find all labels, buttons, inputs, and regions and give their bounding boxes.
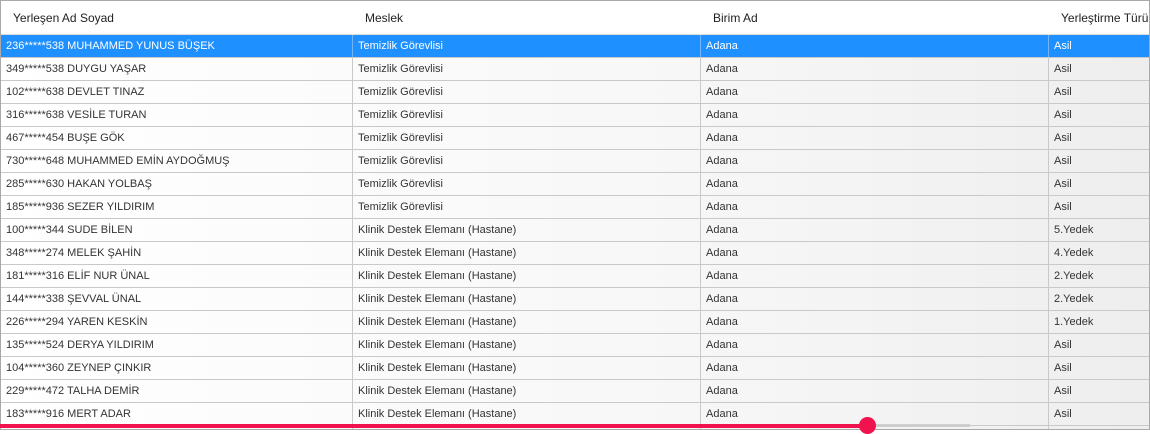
cell-name: 183*****916 MERT ADAR (1, 403, 353, 425)
cell-job: Klinik Destek Elemanı (Hastane) (353, 242, 701, 264)
cell-unit: Adana (701, 242, 1049, 264)
cell-name: 226*****294 YAREN KESKİN (1, 311, 353, 333)
cell-job: Klinik Destek Elemanı (Hastane) (353, 265, 701, 287)
cell-job: Temizlik Görevlisi (353, 173, 701, 195)
cell-type: Asil (1054, 385, 1072, 397)
cell-unit: Adana (701, 173, 1049, 195)
cell-job: Temizlik Görevlisi (353, 127, 701, 149)
cell-unit: Adana (701, 219, 1049, 241)
cell-unit: Adana (701, 311, 1049, 333)
column-header-type[interactable]: Yerleştirme Türü (1049, 11, 1149, 25)
cell-name: 135*****524 DERYA YILDIRIM (1, 334, 353, 356)
cell-job: Temizlik Görevlisi (353, 150, 701, 172)
table-row[interactable]: 100*****344 SUDE BİLEN Klinik Destek Elem… (1, 219, 1149, 242)
cell-unit: Adana (701, 150, 1049, 172)
table-row[interactable]: 181*****316 ELİF NUR ÜNAL Klinik Destek E… (1, 265, 1149, 288)
cell-name: 467*****454 BUŞE GÖK (1, 127, 353, 149)
cell-job: Klinik Destek Elemanı (Hastane) (353, 357, 701, 379)
cell-unit: Adana (701, 104, 1049, 126)
grid-rows: 236*****538 MUHAMMED YUNUS BÜŞEK Temizlik… (1, 35, 1149, 429)
cell-unit: Adana (701, 81, 1049, 103)
cell-job: Temizlik Görevlisi (353, 196, 701, 218)
table-row[interactable]: 135*****524 DERYA YILDIRIM Klinik Destek … (1, 334, 1149, 357)
grid-header: Yerleşen Ad Soyad Meslek Birim Ad Yerleş… (1, 1, 1149, 35)
cell-job: Klinik Destek Elemanı (Hastane) (353, 380, 701, 402)
cell-unit: Adana (701, 35, 1049, 57)
cell-name: 236*****538 MUHAMMED YUNUS BÜŞEK (1, 35, 353, 57)
cell-name: 185*****936 SEZER YILDIRIM (1, 196, 353, 218)
cell-job: Klinik Destek Elemanı (Hastane) (353, 403, 701, 425)
cell-type: Asil (1054, 63, 1072, 75)
cell-name: 316*****638 VESİLE TURAN (1, 104, 353, 126)
table-row[interactable]: 104*****360 ZEYNEP ÇINKIR Klinik Destek E… (1, 357, 1149, 380)
cell-unit: Adana (701, 357, 1049, 379)
column-header-unit[interactable]: Birim Ad (701, 11, 1049, 25)
table-row[interactable]: 185*****936 SEZER YILDIRIM Temizlik Görev… (1, 196, 1149, 219)
cell-type: Asil (1054, 40, 1072, 52)
cell-type: 1.Yedek (1054, 316, 1094, 328)
cell-type: Asil (1054, 86, 1072, 98)
cell-type: Asil (1049, 426, 1149, 429)
cell-name: 229*****472 TALHA DEMİR (1, 380, 353, 402)
table-row[interactable]: 183*****916 MERT ADAR Klinik Destek Elema… (1, 403, 1149, 426)
video-progress-knob[interactable] (859, 417, 876, 434)
table-row[interactable]: 226*****294 YAREN KESKİN Klinik Destek El… (1, 311, 1149, 334)
cell-unit: Adana (701, 380, 1049, 402)
cell-unit: Adana (701, 288, 1049, 310)
cell-unit: Adana (701, 58, 1049, 80)
video-progress-fill (0, 424, 868, 428)
cell-job: Klinik Destek Elemanı (Hastane) (353, 288, 701, 310)
table-row[interactable]: 236*****538 MUHAMMED YUNUS BÜŞEK Temizlik… (1, 35, 1149, 58)
cell-job: Klinik Destek Elemanı (Hastane) (353, 219, 701, 241)
cell-type: 4.Yedek (1054, 247, 1094, 259)
table-row[interactable]: 316*****638 VESİLE TURAN Temizlik Görevli… (1, 104, 1149, 127)
cell-type: Asil (1054, 408, 1072, 420)
cell-name: 181*****316 ELİF NUR ÜNAL (1, 265, 353, 287)
cell-name: 104*****360 ZEYNEP ÇINKIR (1, 357, 353, 379)
cell-type: Asil (1054, 339, 1072, 351)
cell-unit: Adana (701, 265, 1049, 287)
table-row[interactable]: 467*****454 BUŞE GÖK Temizlik Görevlisi Ad… (1, 127, 1149, 150)
cell-type: 2.Yedek (1054, 270, 1094, 282)
table-row[interactable]: 730*****648 MUHAMMED EMİN AYDOĞMUŞ Temizl… (1, 150, 1149, 173)
cell-job: Temizlik Görevlisi (353, 58, 701, 80)
table-row[interactable]: 349*****538 DUYGU YAŞAR Temizlik Görevlis… (1, 58, 1149, 81)
cell-type: Asil (1054, 178, 1072, 190)
column-header-job[interactable]: Meslek (353, 11, 701, 25)
cell-type: 2.Yedek (1054, 293, 1094, 305)
cell-job: Temizlik Görevlisi (353, 81, 701, 103)
cell-job: Temizlik Görevlisi (353, 104, 701, 126)
cell-job: Klinik Destek Elemanı (Hastane) (353, 311, 701, 333)
cell-name: 285*****630 HAKAN YOLBAŞ (1, 173, 353, 195)
cell-job: Klinik Destek Elemanı (Hastane) (353, 334, 701, 356)
cell-name: 102*****638 DEVLET TINAZ (1, 81, 353, 103)
table-row[interactable]: 348*****274 MELEK ŞAHİN Klinik Destek Ele… (1, 242, 1149, 265)
table-row[interactable]: 285*****630 HAKAN YOLBAŞ Temizlik Görevli… (1, 173, 1149, 196)
cell-name: 730*****648 MUHAMMED EMİN AYDOĞMUŞ (1, 150, 353, 172)
cell-unit: Adana (701, 196, 1049, 218)
cell-job: Temizlik Görevlisi (353, 35, 701, 57)
cell-unit: Adana (701, 334, 1049, 356)
cell-name: 348*****274 MELEK ŞAHİN (1, 242, 353, 264)
cell-type: Asil (1054, 132, 1072, 144)
results-grid: Yerleşen Ad Soyad Meslek Birim Ad Yerleş… (0, 0, 1150, 430)
cell-type: Asil (1054, 201, 1072, 213)
cell-name: 349*****538 DUYGU YAŞAR (1, 58, 353, 80)
table-row[interactable]: 144*****338 ŞEVVAL ÜNAL Klinik Destek Ele… (1, 288, 1149, 311)
cell-type: Asil (1054, 362, 1072, 374)
table-row[interactable]: 229*****472 TALHA DEMİR Klinik Destek Ele… (1, 380, 1149, 403)
column-header-name[interactable]: Yerleşen Ad Soyad (1, 11, 353, 25)
cell-name: 100*****344 SUDE BİLEN (1, 219, 353, 241)
cell-type: Asil (1054, 155, 1072, 167)
cell-type: Asil (1054, 109, 1072, 121)
cell-unit: Adana (701, 127, 1049, 149)
cell-type: 5.Yedek (1054, 224, 1094, 236)
table-row[interactable]: 102*****638 DEVLET TINAZ Temizlik Görevli… (1, 81, 1149, 104)
cell-name: 144*****338 ŞEVVAL ÜNAL (1, 288, 353, 310)
